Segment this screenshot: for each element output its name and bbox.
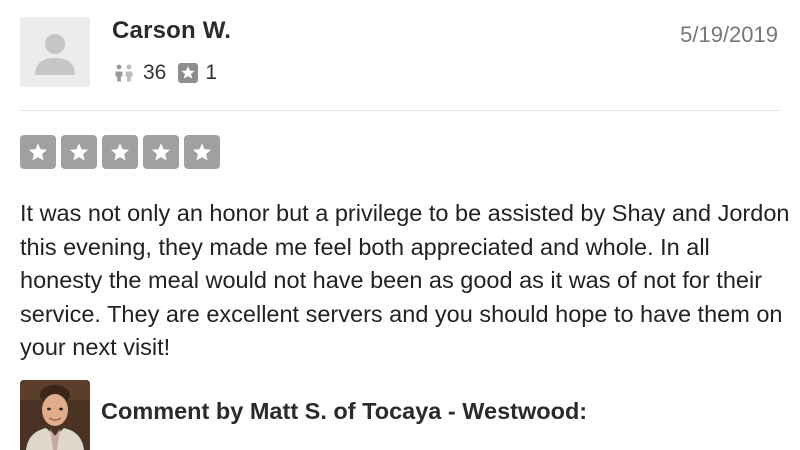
rating-star-2 [61, 135, 97, 169]
rating-star-1 [20, 135, 56, 169]
friends-icon [112, 63, 136, 83]
rating-star-4 [143, 135, 179, 169]
star-icon [69, 143, 89, 161]
rating-star-5 [184, 135, 220, 169]
star-icon [192, 143, 212, 161]
user-name-link[interactable]: Carson W. [112, 17, 231, 45]
star-icon [28, 143, 48, 161]
divider [20, 110, 780, 111]
owner-comment-heading: Comment by Matt S. of Tocaya - Westwood: [101, 398, 588, 424]
review-date: 5/19/2019 [680, 22, 778, 47]
friends-count: 36 [143, 61, 167, 84]
star-square-icon [178, 63, 199, 83]
friends-stat: 36 [112, 61, 166, 85]
star-icon [151, 143, 171, 161]
user-avatar[interactable] [20, 17, 90, 87]
reviews-stat: 1 [178, 61, 217, 85]
reviews-count: 1 [205, 61, 218, 84]
user-stats: 36 1 [112, 59, 217, 87]
review-text: It was not only an honor but a privilege… [20, 200, 790, 360]
star-icon [110, 143, 130, 161]
rating-star-3 [102, 135, 138, 169]
owner-avatar[interactable] [20, 380, 90, 450]
owner-photo [20, 380, 90, 450]
user-silhouette-icon [20, 17, 90, 87]
star-rating [20, 135, 225, 169]
